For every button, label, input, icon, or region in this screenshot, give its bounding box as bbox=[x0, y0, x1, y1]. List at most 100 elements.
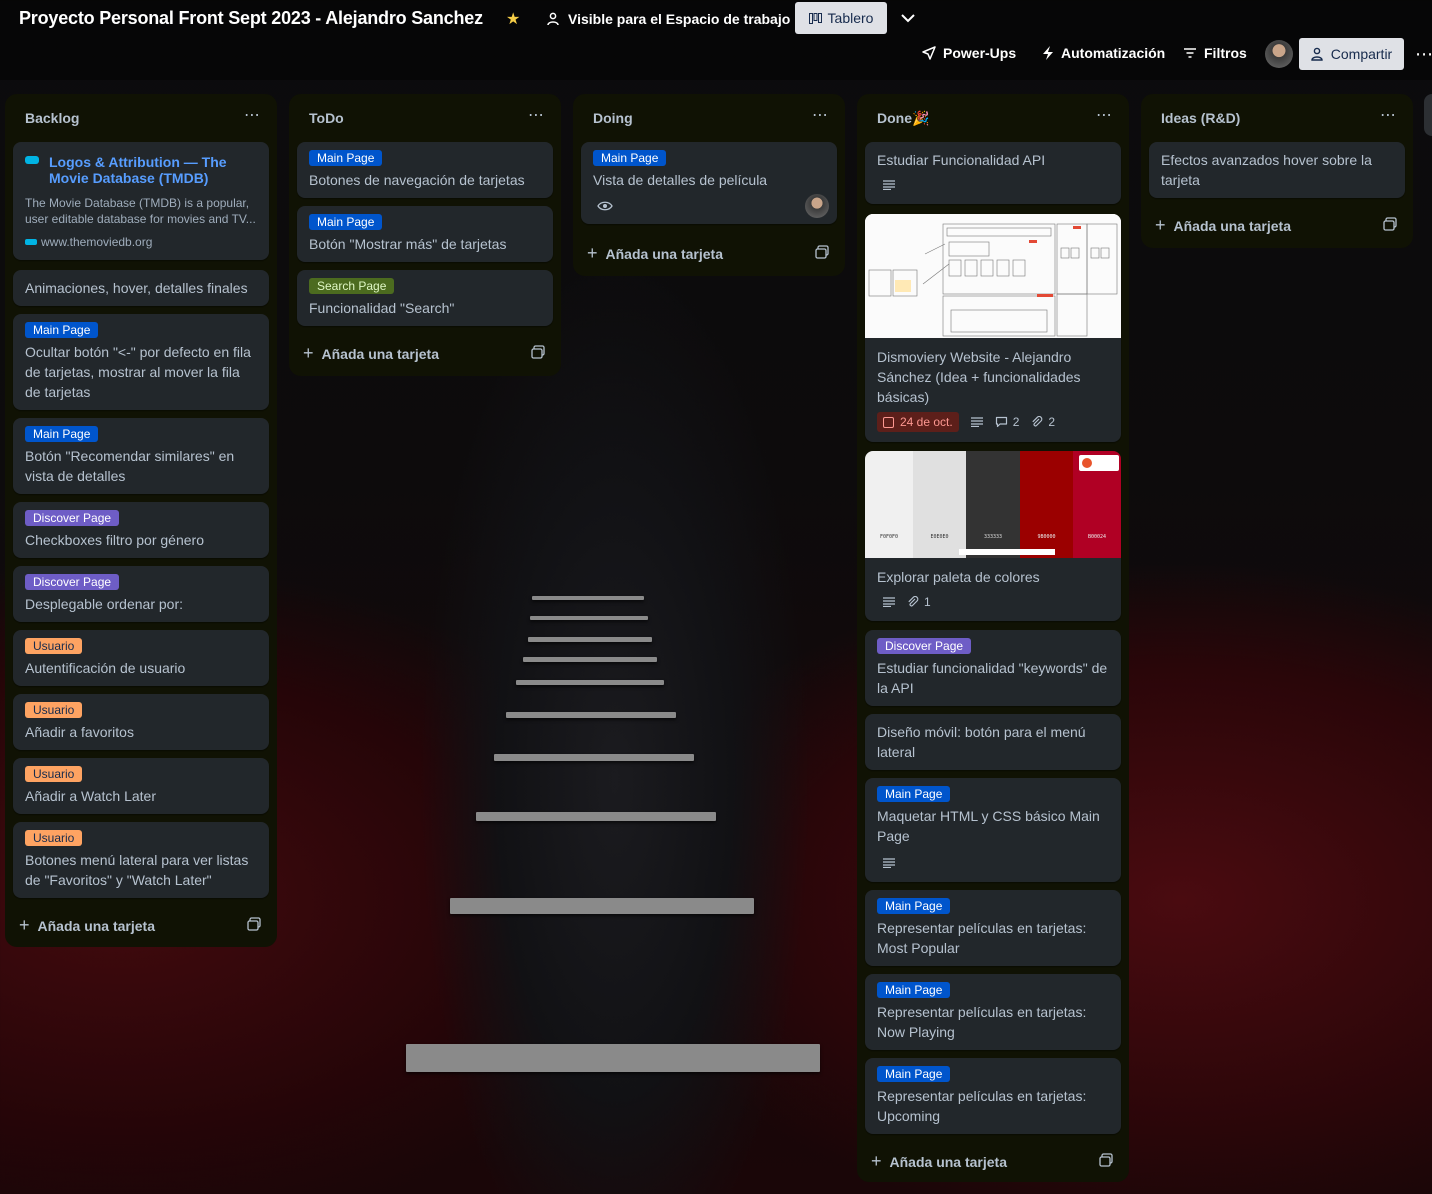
link-url-text: www.themoviedb.org bbox=[41, 235, 153, 249]
card[interactable]: Search Page Funcionalidad "Search" bbox=[297, 270, 553, 326]
card-title: Efectos avanzados hover sobre la tarjeta bbox=[1161, 152, 1372, 188]
card[interactable]: Usuario Botones menú lateral para ver li… bbox=[13, 822, 269, 898]
card[interactable]: Main Page Botón "Mostrar más" de tarjeta… bbox=[297, 206, 553, 262]
link-card[interactable]: Logos & Attribution — The Movie Database… bbox=[13, 142, 269, 260]
card[interactable]: Discover Page Desplegable ordenar por: bbox=[13, 566, 269, 622]
power-ups-button[interactable]: Power-Ups bbox=[922, 45, 1016, 61]
label-usuario: Usuario bbox=[25, 702, 83, 718]
card[interactable]: Main Page Botón "Recomendar similares" e… bbox=[13, 418, 269, 494]
card-title: Botones menú lateral para ver listas de … bbox=[25, 852, 249, 888]
list-title[interactable]: ToDo bbox=[309, 110, 344, 126]
palette-tooltip bbox=[1079, 455, 1119, 471]
card-title: Vista de detalles de película bbox=[593, 172, 768, 188]
label-search-page: Search Page bbox=[309, 278, 395, 294]
card-template-icon[interactable] bbox=[815, 245, 829, 259]
palette-swatch: 9B0000 bbox=[1020, 451, 1073, 558]
member-avatar[interactable] bbox=[805, 194, 829, 218]
board-header: Proyecto Personal Front Sept 2023 - Alej… bbox=[0, 0, 1432, 80]
card[interactable]: Efectos avanzados hover sobre la tarjeta bbox=[1149, 142, 1405, 198]
due-date-badge[interactable]: 24 de oct. bbox=[877, 412, 959, 432]
due-date-text: 24 de oct. bbox=[900, 415, 953, 429]
add-card-button[interactable]: + Añada una tarjeta bbox=[303, 343, 439, 364]
link-card-url[interactable]: www.themoviedb.org bbox=[25, 235, 152, 249]
link-card-description: The Movie Database (TMDB) is a popular, … bbox=[25, 196, 256, 226]
list-title[interactable]: Ideas (R&D) bbox=[1161, 110, 1240, 126]
list-menu-icon[interactable]: ⋯ bbox=[1380, 105, 1397, 125]
member-avatar[interactable] bbox=[1265, 40, 1293, 68]
add-card-button[interactable]: + Añada una tarjeta bbox=[587, 243, 723, 264]
card-template-icon[interactable] bbox=[1099, 1153, 1113, 1167]
chevron-down-icon[interactable] bbox=[898, 8, 918, 28]
board-title[interactable]: Proyecto Personal Front Sept 2023 - Alej… bbox=[19, 8, 483, 29]
label-main-page: Main Page bbox=[877, 982, 951, 998]
checkbox-icon bbox=[883, 416, 894, 428]
card-title: Explorar paleta de colores bbox=[877, 569, 1040, 585]
add-card-button[interactable]: + Añada una tarjeta bbox=[1155, 215, 1291, 236]
card[interactable]: Main Page Representar películas en tarje… bbox=[865, 1058, 1121, 1134]
favicon-icon bbox=[25, 239, 37, 245]
list-title[interactable]: Backlog bbox=[25, 110, 79, 126]
comment-icon bbox=[995, 416, 1007, 428]
visibility-label: Visible para el Espacio de trabajo bbox=[568, 11, 791, 27]
visibility-button[interactable]: Visible para el Espacio de trabajo bbox=[546, 11, 790, 27]
card[interactable]: Main Page Representar películas en tarje… bbox=[865, 974, 1121, 1050]
card-title: Representar películas en tarjetas: Now P… bbox=[877, 1004, 1087, 1040]
star-icon[interactable]: ★ bbox=[506, 9, 520, 29]
add-card-button[interactable]: + Añada una tarjeta bbox=[19, 915, 155, 936]
card-title: Botón "Recomendar similares" en vista de… bbox=[25, 448, 235, 484]
label-main-page: Main Page bbox=[25, 426, 99, 442]
card[interactable]: Discover Page Checkboxes filtro por géne… bbox=[13, 502, 269, 558]
card[interactable]: Estudiar Funcionalidad API bbox=[865, 142, 1121, 204]
list-done: Done🎉 ⋯ Estudiar Funcionalidad API Dismo… bbox=[857, 94, 1129, 1182]
add-list-button[interactable] bbox=[1424, 94, 1432, 136]
label-discover-page: Discover Page bbox=[25, 510, 120, 526]
plus-icon: + bbox=[1155, 215, 1166, 235]
card[interactable]: Animaciones, hover, detalles finales bbox=[13, 270, 269, 306]
card[interactable]: Usuario Añadir a favoritos bbox=[13, 694, 269, 750]
add-card-label: Añada una tarjeta bbox=[605, 245, 723, 262]
add-card-button[interactable]: + Añada una tarjeta bbox=[871, 1151, 1007, 1172]
card-title: Añadir a favoritos bbox=[25, 724, 134, 740]
list-title[interactable]: Doing bbox=[593, 110, 633, 126]
card[interactable]: Discover Page Estudiar funcionalidad "ke… bbox=[865, 630, 1121, 706]
card-template-icon[interactable] bbox=[531, 345, 545, 359]
list-title[interactable]: Done🎉 bbox=[877, 110, 929, 127]
swatch-hex: E0E0E0 bbox=[930, 534, 949, 540]
automation-button[interactable]: Automatización bbox=[1042, 45, 1165, 61]
card-title: Maquetar HTML y CSS básico Main Page bbox=[877, 808, 1100, 844]
label-discover-page: Discover Page bbox=[25, 574, 120, 590]
card-title: Desplegable ordenar por: bbox=[25, 596, 183, 612]
attachments-count: 1 bbox=[924, 595, 931, 609]
list-menu-icon[interactable]: ⋯ bbox=[812, 105, 829, 125]
card-badges: 1 bbox=[877, 595, 931, 609]
card[interactable]: Main Page Maquetar HTML y CSS básico Mai… bbox=[865, 778, 1121, 882]
card-with-cover[interactable]: Dismoviery Website - Alejandro Sánchez (… bbox=[865, 214, 1121, 442]
card[interactable]: Diseño móvil: botón para el menú lateral bbox=[865, 714, 1121, 770]
card[interactable]: Usuario Autentificación de usuario bbox=[13, 630, 269, 686]
list-menu-icon[interactable]: ⋯ bbox=[528, 105, 545, 125]
board-view-button[interactable]: Tablero bbox=[795, 2, 887, 34]
link-card-title[interactable]: Logos & Attribution — The Movie Database… bbox=[49, 154, 249, 186]
more-options-icon[interactable]: ⋯ bbox=[1415, 44, 1432, 65]
card[interactable]: Main Page Ocultar botón "<-" por defecto… bbox=[13, 314, 269, 410]
card[interactable]: Main Page Botones de navegación de tarje… bbox=[297, 142, 553, 198]
card-title: Botones de navegación de tarjetas bbox=[309, 172, 525, 188]
label-discover-page: Discover Page bbox=[877, 638, 972, 654]
card[interactable]: Main Page Vista de detalles de película bbox=[581, 142, 837, 224]
share-button[interactable]: Compartir bbox=[1299, 38, 1404, 70]
attachments-badge: 1 bbox=[907, 595, 931, 609]
filters-button[interactable]: Filtros bbox=[1183, 45, 1247, 61]
card-with-cover[interactable]: F0F0F0 E0E0E0 333333 9B0000 B00024 Explo… bbox=[865, 451, 1121, 621]
list-menu-icon[interactable]: ⋯ bbox=[244, 105, 261, 125]
card-title: Diseño móvil: botón para el menú lateral bbox=[877, 724, 1086, 760]
card-template-icon[interactable] bbox=[1383, 217, 1397, 231]
label-main-page: Main Page bbox=[593, 150, 667, 166]
label-main-page: Main Page bbox=[25, 322, 99, 338]
plus-icon: + bbox=[871, 1151, 882, 1171]
card-template-icon[interactable] bbox=[247, 917, 261, 931]
list-menu-icon[interactable]: ⋯ bbox=[1096, 105, 1113, 125]
description-icon bbox=[883, 858, 895, 868]
card[interactable]: Usuario Añadir a Watch Later bbox=[13, 758, 269, 814]
people-icon bbox=[547, 12, 559, 26]
card[interactable]: Main Page Representar películas en tarje… bbox=[865, 890, 1121, 966]
